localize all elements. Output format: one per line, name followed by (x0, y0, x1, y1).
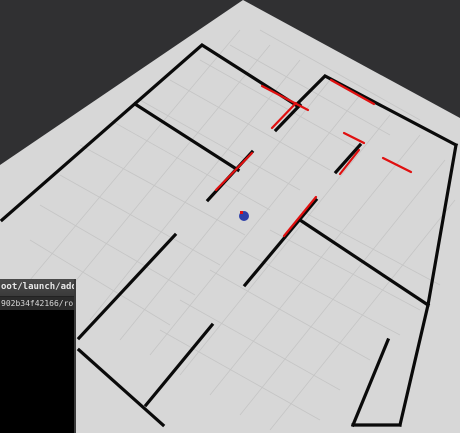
terminal-window[interactable]: oot/launch/add_ 902b34f42166/ros] (0, 279, 76, 433)
terminal-prompt: 902b34f42166/ros] (0, 297, 74, 310)
robot-marker[interactable] (239, 211, 249, 221)
terminal-output[interactable] (0, 310, 74, 430)
terminal-title[interactable]: oot/launch/add_ (0, 279, 74, 297)
